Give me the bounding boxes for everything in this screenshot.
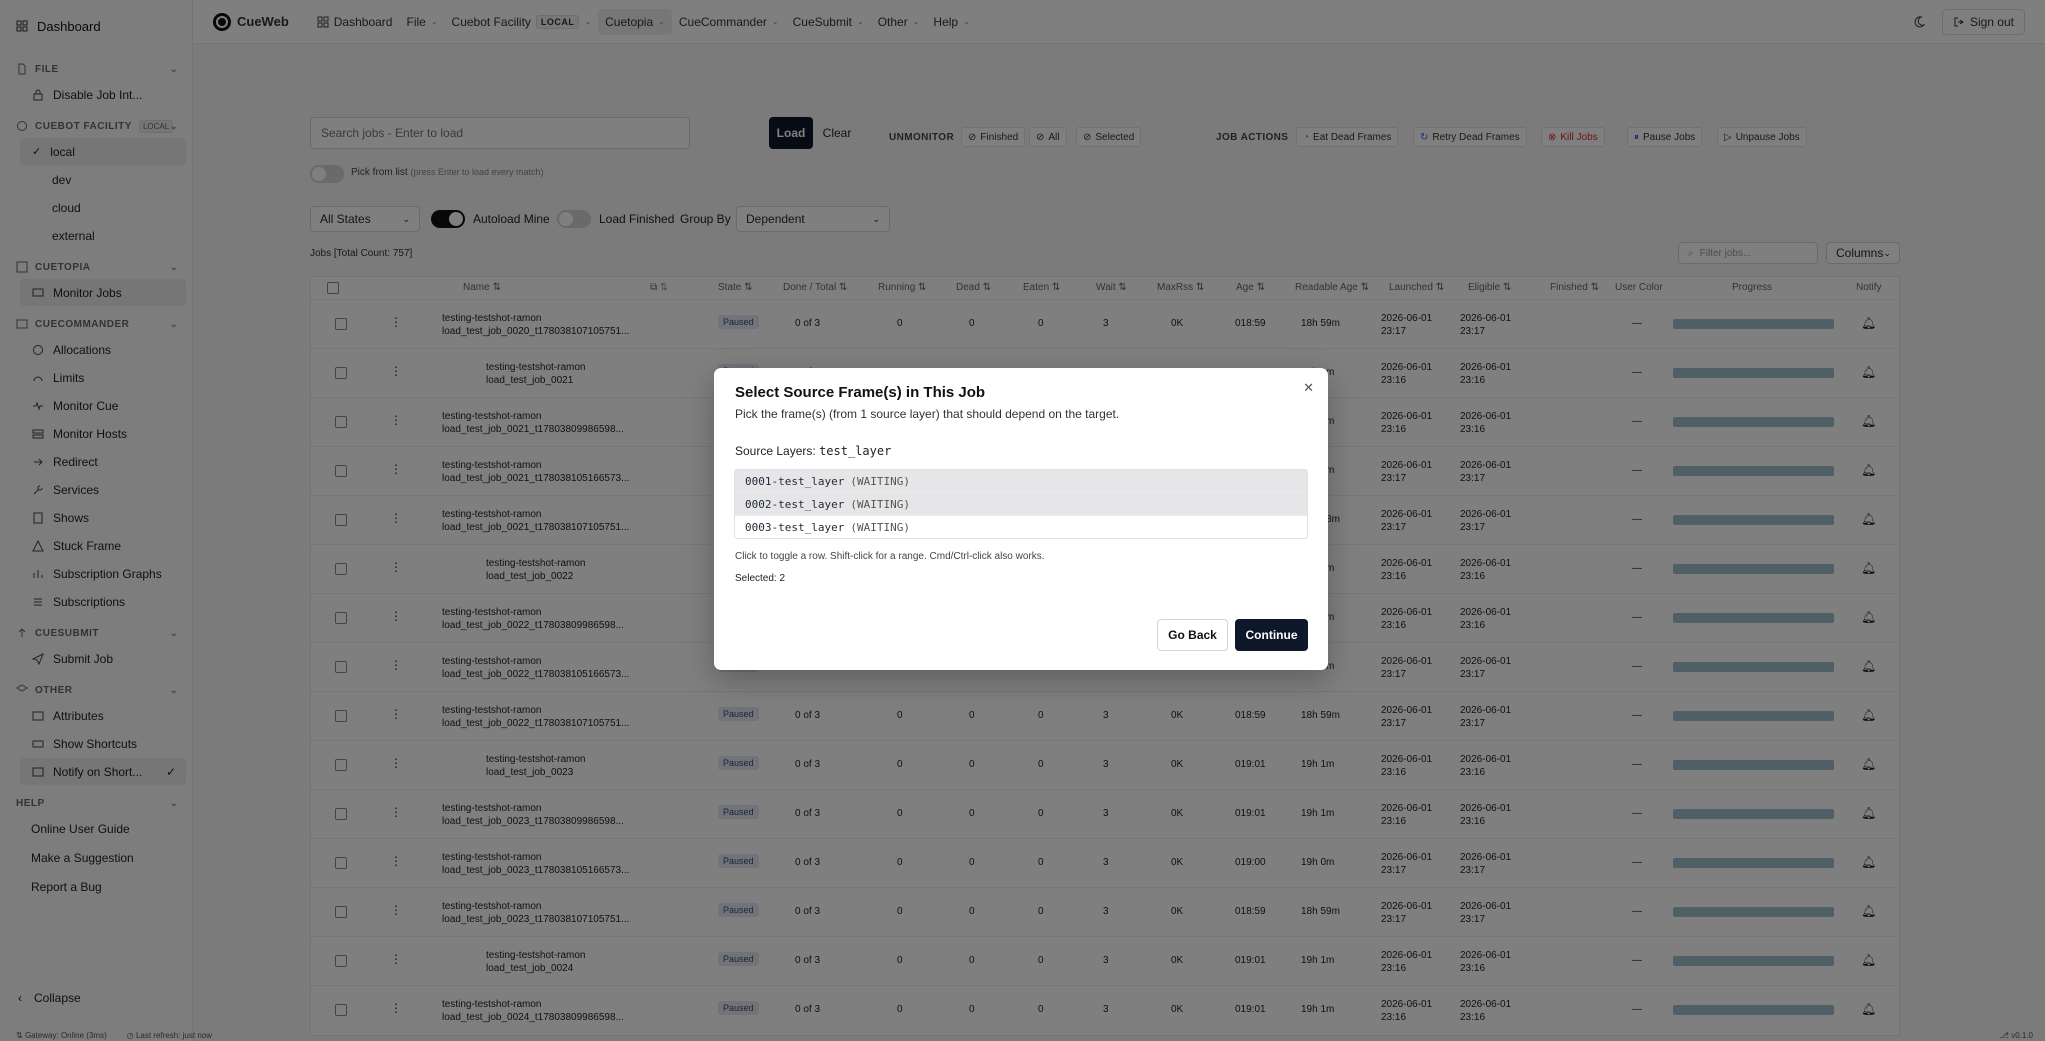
dialog-subtitle: Pick the frame(s) (from 1 source layer) … — [735, 407, 1120, 421]
frame-name: 0001-test_layer — [745, 474, 845, 488]
continue-button[interactable]: Continue — [1235, 619, 1308, 651]
frames-list: 0001-test_layer (WAITING) 0002-test_layer… — [734, 469, 1308, 539]
dialog-hint: Click to toggle a row. Shift-click for a… — [735, 551, 1045, 562]
frame-name: 0003-test_layer — [745, 520, 845, 534]
frame-row[interactable]: 0003-test_layer (WAITING) — [735, 516, 1307, 538]
frame-status: (WAITING) — [850, 497, 910, 511]
frame-row[interactable]: 0002-test_layer (WAITING) — [735, 493, 1307, 516]
frame-status: (WAITING) — [850, 520, 910, 534]
frame-name: 0002-test_layer — [745, 497, 845, 511]
source-layers-value: test_layer — [819, 444, 892, 458]
dialog-title: Select Source Frame(s) in This Job — [735, 384, 986, 401]
select-source-frames-dialog: Select Source Frame(s) in This Job Pick … — [714, 368, 1328, 670]
selected-count: Selected: 2 — [735, 573, 786, 584]
close-icon[interactable]: ✕ — [1303, 380, 1314, 396]
go-back-button[interactable]: Go Back — [1157, 619, 1228, 651]
frame-status: (WAITING) — [850, 474, 910, 488]
frame-row[interactable]: 0001-test_layer (WAITING) — [735, 470, 1307, 493]
source-layers-label: Source Layers: — [735, 444, 816, 458]
source-layers: Source Layers: test_layer — [735, 444, 891, 458]
